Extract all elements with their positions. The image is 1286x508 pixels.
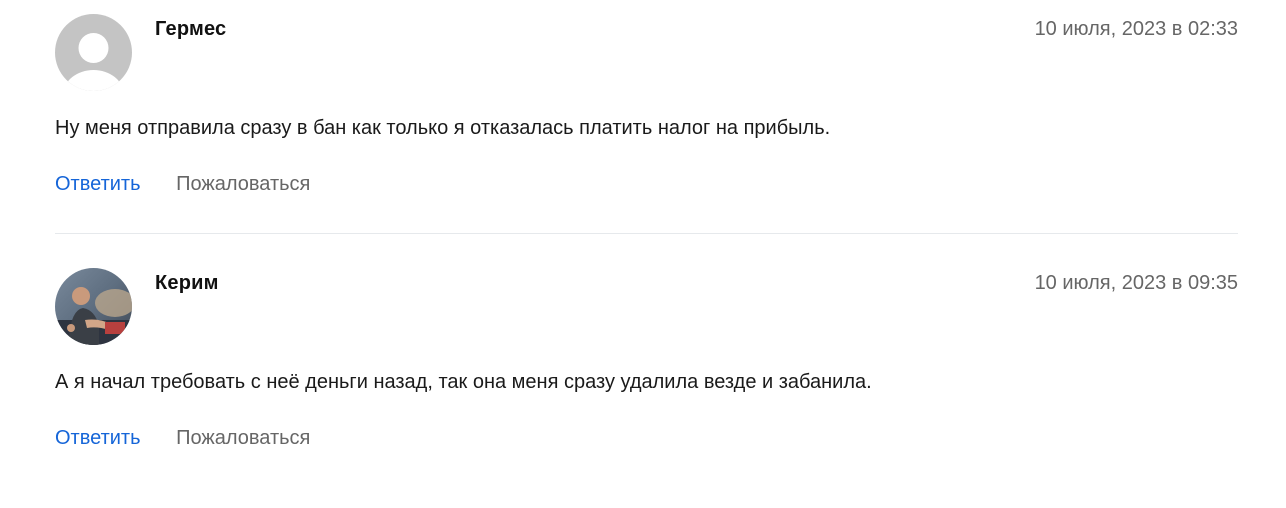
avatar-photo — [55, 268, 132, 345]
reply-link[interactable]: Ответить — [55, 427, 141, 449]
comment-date: 10 июля, 2023 в 09:35 — [1034, 272, 1238, 294]
comment-text: Ну меня отправила сразу в бан как только… — [55, 117, 831, 139]
comment-date: 10 июля, 2023 в 02:33 — [1034, 18, 1238, 40]
comment-actions: Ответить Пожаловаться — [55, 427, 310, 450]
report-link[interactable]: Пожаловаться — [176, 173, 310, 195]
avatar-placeholder-icon — [55, 14, 132, 91]
report-link[interactable]: Пожаловаться — [176, 427, 310, 449]
comment-divider — [55, 233, 1238, 234]
reply-link[interactable]: Ответить — [55, 173, 141, 195]
comment-actions: Ответить Пожаловаться — [55, 173, 310, 196]
comment-author: Керим — [155, 272, 219, 294]
comment-text: А я начал требовать с неё деньги назад, … — [55, 371, 872, 393]
comment-author: Гермес — [155, 18, 227, 40]
